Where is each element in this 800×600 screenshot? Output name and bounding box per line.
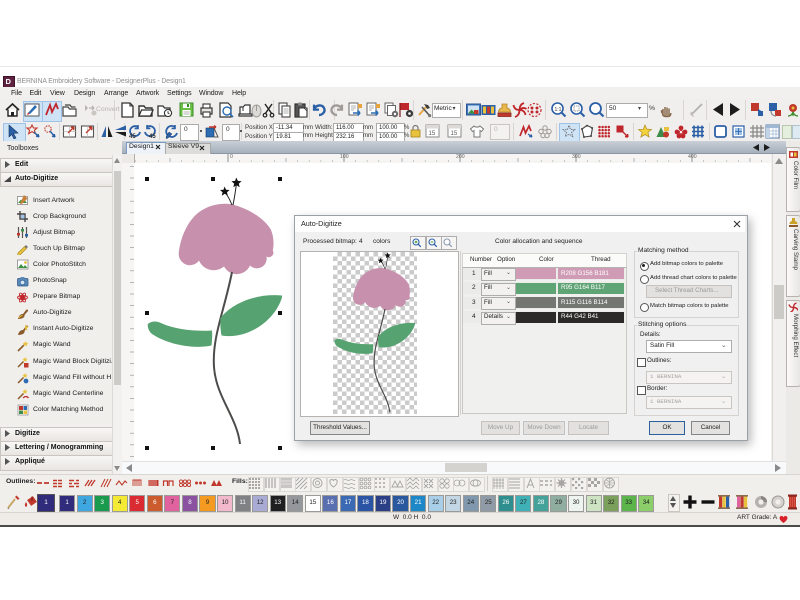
svg-text:1:1: 1:1 [555,107,562,113]
svg-text:15: 15 [429,131,436,137]
svg-text:45: 45 [149,134,156,139]
svg-text:15: 15 [451,131,458,137]
svg-text:45: 45 [129,134,136,139]
